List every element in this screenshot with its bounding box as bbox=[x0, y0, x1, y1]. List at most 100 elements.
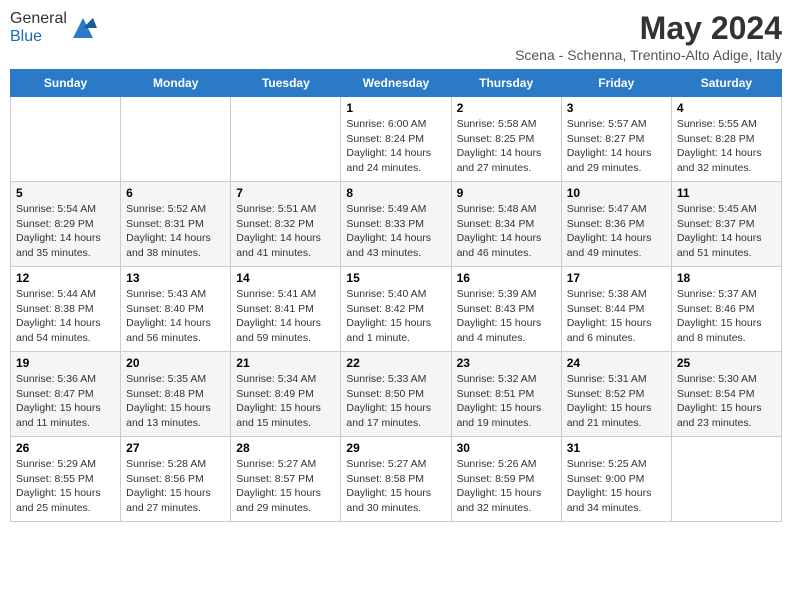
header-day-thursday: Thursday bbox=[451, 70, 561, 97]
calendar-cell: 8 Sunrise: 5:49 AM Sunset: 8:33 PM Daylig… bbox=[341, 182, 451, 267]
day-info: Sunrise: 5:44 AM Sunset: 8:38 PM Dayligh… bbox=[16, 287, 115, 346]
day-info: Sunrise: 6:00 AM Sunset: 8:24 PM Dayligh… bbox=[346, 117, 445, 176]
day-info: Sunrise: 5:51 AM Sunset: 8:32 PM Dayligh… bbox=[236, 202, 335, 261]
header-day-tuesday: Tuesday bbox=[231, 70, 341, 97]
day-number: 13 bbox=[126, 271, 225, 285]
calendar-cell: 27Sunrise: 5:28 AM Sunset: 8:56 PM Dayli… bbox=[121, 437, 231, 522]
logo: General Blue bbox=[10, 10, 97, 46]
day-info: Sunrise: 5:43 AM Sunset: 8:40 PM Dayligh… bbox=[126, 287, 225, 346]
calendar-body: 1Sunrise: 6:00 AM Sunset: 8:24 PM Daylig… bbox=[11, 97, 782, 522]
header-day-saturday: Saturday bbox=[671, 70, 781, 97]
calendar-cell: 2 Sunrise: 5:58 AM Sunset: 8:25 PM Daylig… bbox=[451, 97, 561, 182]
calendar-cell bbox=[671, 437, 781, 522]
calendar-table: SundayMondayTuesdayWednesdayThursdayFrid… bbox=[10, 69, 782, 522]
calendar-cell: 13 Sunrise: 5:43 AM Sunset: 8:40 PM Dayli… bbox=[121, 267, 231, 352]
day-info: Sunrise: 5:55 AM Sunset: 8:28 PM Dayligh… bbox=[677, 117, 776, 176]
calendar-cell: 21 Sunrise: 5:34 AM Sunset: 8:49 PM Dayli… bbox=[231, 352, 341, 437]
day-number: 20 bbox=[126, 356, 225, 370]
day-number: 26 bbox=[16, 441, 115, 455]
header-day-friday: Friday bbox=[561, 70, 671, 97]
month-title: May 2024 bbox=[515, 10, 782, 47]
calendar-cell: 19Sunrise: 5:36 AM Sunset: 8:47 PM Dayli… bbox=[11, 352, 121, 437]
day-number: 30 bbox=[457, 441, 556, 455]
day-number: 17 bbox=[567, 271, 666, 285]
calendar-cell: 14 Sunrise: 5:41 AM Sunset: 8:41 PM Dayli… bbox=[231, 267, 341, 352]
calendar-cell: 24 Sunrise: 5:31 AM Sunset: 8:52 PM Dayli… bbox=[561, 352, 671, 437]
day-number: 2 bbox=[457, 101, 556, 115]
calendar-cell: 1Sunrise: 6:00 AM Sunset: 8:24 PM Daylig… bbox=[341, 97, 451, 182]
day-info: Sunrise: 5:38 AM Sunset: 8:44 PM Dayligh… bbox=[567, 287, 666, 346]
day-number: 10 bbox=[567, 186, 666, 200]
calendar-cell: 10 Sunrise: 5:47 AM Sunset: 8:36 PM Dayli… bbox=[561, 182, 671, 267]
day-number: 21 bbox=[236, 356, 335, 370]
calendar-cell: 5Sunrise: 5:54 AM Sunset: 8:29 PM Daylig… bbox=[11, 182, 121, 267]
day-number: 12 bbox=[16, 271, 115, 285]
day-info: Sunrise: 5:40 AM Sunset: 8:42 PM Dayligh… bbox=[346, 287, 445, 346]
day-info: Sunrise: 5:34 AM Sunset: 8:49 PM Dayligh… bbox=[236, 372, 335, 431]
header-day-monday: Monday bbox=[121, 70, 231, 97]
calendar-cell: 30Sunrise: 5:26 AM Sunset: 8:59 PM Dayli… bbox=[451, 437, 561, 522]
calendar-cell: 7Sunrise: 5:51 AM Sunset: 8:32 PM Daylig… bbox=[231, 182, 341, 267]
day-info: Sunrise: 5:52 AM Sunset: 8:31 PM Dayligh… bbox=[126, 202, 225, 261]
day-info: Sunrise: 5:31 AM Sunset: 8:52 PM Dayligh… bbox=[567, 372, 666, 431]
calendar-cell: 17 Sunrise: 5:38 AM Sunset: 8:44 PM Dayli… bbox=[561, 267, 671, 352]
calendar-week-3: 12 Sunrise: 5:44 AM Sunset: 8:38 PM Dayli… bbox=[11, 267, 782, 352]
calendar-cell: 22Sunrise: 5:33 AM Sunset: 8:50 PM Dayli… bbox=[341, 352, 451, 437]
day-number: 31 bbox=[567, 441, 666, 455]
day-info: Sunrise: 5:49 AM Sunset: 8:33 PM Dayligh… bbox=[346, 202, 445, 261]
day-info: Sunrise: 5:58 AM Sunset: 8:25 PM Dayligh… bbox=[457, 117, 556, 176]
day-info: Sunrise: 5:27 AM Sunset: 8:58 PM Dayligh… bbox=[346, 457, 445, 516]
day-info: Sunrise: 5:29 AM Sunset: 8:55 PM Dayligh… bbox=[16, 457, 115, 516]
calendar-cell: 18Sunrise: 5:37 AM Sunset: 8:46 PM Dayli… bbox=[671, 267, 781, 352]
calendar-week-5: 26 Sunrise: 5:29 AM Sunset: 8:55 PM Dayli… bbox=[11, 437, 782, 522]
day-number: 5 bbox=[16, 186, 115, 200]
header-day-wednesday: Wednesday bbox=[341, 70, 451, 97]
calendar-week-2: 5Sunrise: 5:54 AM Sunset: 8:29 PM Daylig… bbox=[11, 182, 782, 267]
day-info: Sunrise: 5:48 AM Sunset: 8:34 PM Dayligh… bbox=[457, 202, 556, 261]
logo-general-text: General bbox=[10, 10, 67, 27]
calendar-cell: 25 Sunrise: 5:30 AM Sunset: 8:54 PM Dayli… bbox=[671, 352, 781, 437]
day-number: 23 bbox=[457, 356, 556, 370]
calendar-cell: 26 Sunrise: 5:29 AM Sunset: 8:55 PM Dayli… bbox=[11, 437, 121, 522]
page-header: General Blue May 2024 Scena - Schenna, T… bbox=[10, 10, 782, 63]
day-number: 8 bbox=[346, 186, 445, 200]
day-number: 3 bbox=[567, 101, 666, 115]
calendar-week-1: 1Sunrise: 6:00 AM Sunset: 8:24 PM Daylig… bbox=[11, 97, 782, 182]
calendar-cell: 29 Sunrise: 5:27 AM Sunset: 8:58 PM Dayli… bbox=[341, 437, 451, 522]
location-title: Scena - Schenna, Trentino-Alto Adige, It… bbox=[515, 47, 782, 63]
day-number: 24 bbox=[567, 356, 666, 370]
calendar-cell: 15 Sunrise: 5:40 AM Sunset: 8:42 PM Dayli… bbox=[341, 267, 451, 352]
header-day-sunday: Sunday bbox=[11, 70, 121, 97]
calendar-cell: 31 Sunrise: 5:25 AM Sunset: 9:00 PM Dayli… bbox=[561, 437, 671, 522]
calendar-cell: 4 Sunrise: 5:55 AM Sunset: 8:28 PM Daylig… bbox=[671, 97, 781, 182]
day-info: Sunrise: 5:41 AM Sunset: 8:41 PM Dayligh… bbox=[236, 287, 335, 346]
calendar-cell: 6 Sunrise: 5:52 AM Sunset: 8:31 PM Daylig… bbox=[121, 182, 231, 267]
day-number: 14 bbox=[236, 271, 335, 285]
day-number: 25 bbox=[677, 356, 776, 370]
calendar-header: SundayMondayTuesdayWednesdayThursdayFrid… bbox=[11, 70, 782, 97]
day-number: 6 bbox=[126, 186, 225, 200]
day-number: 4 bbox=[677, 101, 776, 115]
day-number: 29 bbox=[346, 441, 445, 455]
calendar-cell: 28 Sunrise: 5:27 AM Sunset: 8:57 PM Dayli… bbox=[231, 437, 341, 522]
calendar-cell: 9Sunrise: 5:48 AM Sunset: 8:34 PM Daylig… bbox=[451, 182, 561, 267]
day-info: Sunrise: 5:27 AM Sunset: 8:57 PM Dayligh… bbox=[236, 457, 335, 516]
calendar-cell: 11Sunrise: 5:45 AM Sunset: 8:37 PM Dayli… bbox=[671, 182, 781, 267]
day-info: Sunrise: 5:25 AM Sunset: 9:00 PM Dayligh… bbox=[567, 457, 666, 516]
header-row: SundayMondayTuesdayWednesdayThursdayFrid… bbox=[11, 70, 782, 97]
day-info: Sunrise: 5:30 AM Sunset: 8:54 PM Dayligh… bbox=[677, 372, 776, 431]
calendar-cell bbox=[231, 97, 341, 182]
calendar-cell bbox=[11, 97, 121, 182]
day-number: 16 bbox=[457, 271, 556, 285]
title-block: May 2024 Scena - Schenna, Trentino-Alto … bbox=[515, 10, 782, 63]
calendar-cell: 20Sunrise: 5:35 AM Sunset: 8:48 PM Dayli… bbox=[121, 352, 231, 437]
day-number: 15 bbox=[346, 271, 445, 285]
day-info: Sunrise: 5:39 AM Sunset: 8:43 PM Dayligh… bbox=[457, 287, 556, 346]
day-number: 28 bbox=[236, 441, 335, 455]
calendar-cell: 16 Sunrise: 5:39 AM Sunset: 8:43 PM Dayli… bbox=[451, 267, 561, 352]
day-info: Sunrise: 5:32 AM Sunset: 8:51 PM Dayligh… bbox=[457, 372, 556, 431]
day-number: 22 bbox=[346, 356, 445, 370]
day-info: Sunrise: 5:36 AM Sunset: 8:47 PM Dayligh… bbox=[16, 372, 115, 431]
day-number: 18 bbox=[677, 271, 776, 285]
day-info: Sunrise: 5:47 AM Sunset: 8:36 PM Dayligh… bbox=[567, 202, 666, 261]
